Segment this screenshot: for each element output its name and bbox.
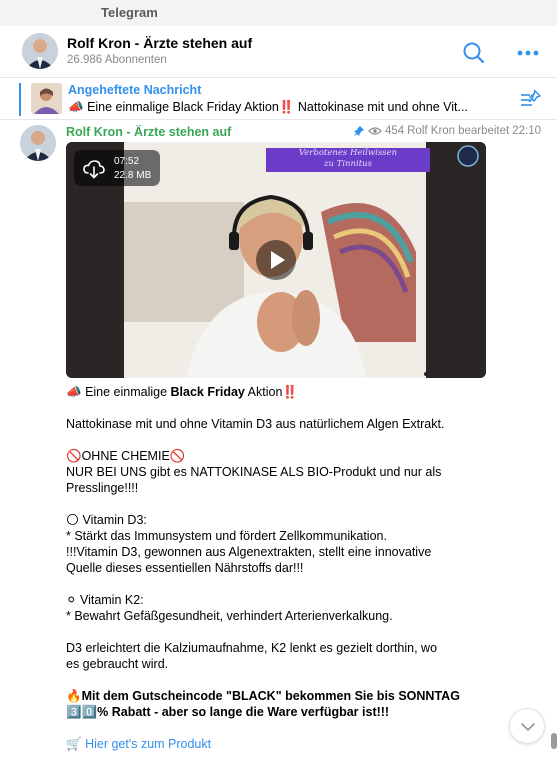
download-icon[interactable] [82,157,106,181]
pinned-thumbnail [31,83,62,114]
message-author: Rolf Kron [407,125,456,137]
scroll-to-bottom-button[interactable] [509,708,545,744]
pinned-preview: 📣 Eine einmalige Black Friday Aktion‼️ N… [68,99,468,114]
pinned-title: Angeheftete Nachricht [68,83,202,97]
message-line: 🚫OHNE CHEMIE🚫 [66,448,186,463]
window-titlebar: Telegram [0,0,557,26]
message-line: Nattokinase mit und ohne Vitamin D3 aus … [66,417,445,431]
video-banner: Verbotenes Heilwissen zu Tinnitus [266,148,430,172]
message-meta: 454 Rolf Kron bearbeitet 22:10 [353,125,541,137]
view-count: 454 [384,125,405,137]
message-line: Quelle dieses essentiellen Nährstoffs da… [66,561,304,575]
message-line: * Stärkt das Immunsystem und fördert Zel… [66,529,387,543]
video-duration: 07:52 [114,156,140,167]
download-badge[interactable]: 07:52 22.8 MB [74,150,160,186]
channel-name[interactable]: Rolf Kron - Ärzte stehen auf [67,35,252,51]
scrollbar-thumb[interactable] [551,733,557,749]
play-icon[interactable] [256,240,296,280]
message-line: 🛒 Hier get's zum Produkt [66,736,212,751]
window-title: Telegram [101,5,158,20]
video-size: 22.8 MB [114,170,152,181]
pinned-message-bar[interactable]: Angeheftete Nachricht 📣 Eine einmalige B… [0,78,557,120]
channel-avatar[interactable] [22,33,58,69]
message-line: Presslinge!!!! [66,481,139,495]
message-line: D3 erleichtert die Kalziumaufnahme, K2 l… [66,641,438,655]
message-time: 22:10 [512,125,541,137]
message-line: 🔥Mit dem Gutscheincode "BLACK" bekommen … [66,688,460,703]
video-player[interactable]: Verbotenes Heilwissen zu Tinnitus 07:52 … [66,142,486,378]
message-line: ⚪ Vitamin K2: [66,592,144,607]
pinned-indicator [19,83,21,116]
message-sender[interactable]: Rolf Kron - Ärzte stehen auf [66,125,231,139]
product-link[interactable]: Hier get's zum Produkt [85,737,211,751]
pinned-list-icon[interactable] [519,87,543,109]
pin-icon [353,125,365,137]
message-line: 3️⃣0️⃣% Rabatt - aber so lange die Ware … [66,704,390,719]
message-line: es gebraucht wird. [66,657,169,671]
message-line: NUR BEI UNS gibt es NATTOKINASE ALS BIO-… [66,465,442,479]
search-icon[interactable] [461,40,487,66]
sender-avatar[interactable] [20,125,56,161]
message-line: 🌕 Vitamin D3: [66,512,147,527]
message-line: 📣 Eine einmalige Black Friday Aktion‼️ [66,384,298,399]
chevron-down-icon [521,723,535,731]
eye-icon [368,126,382,136]
edited-label: bearbeitet [458,125,510,137]
message-line: * Bewahrt Gefäßgesundheit, verhindert Ar… [66,609,393,623]
subscriber-count: 26.986 Abonnenten [67,54,167,66]
message-line: !!!Vitamin D3, gewonnen aus Algenextrakt… [66,545,432,559]
chat-header[interactable]: Rolf Kron - Ärzte stehen auf 26.986 Abon… [0,26,557,78]
more-icon[interactable] [514,42,542,64]
